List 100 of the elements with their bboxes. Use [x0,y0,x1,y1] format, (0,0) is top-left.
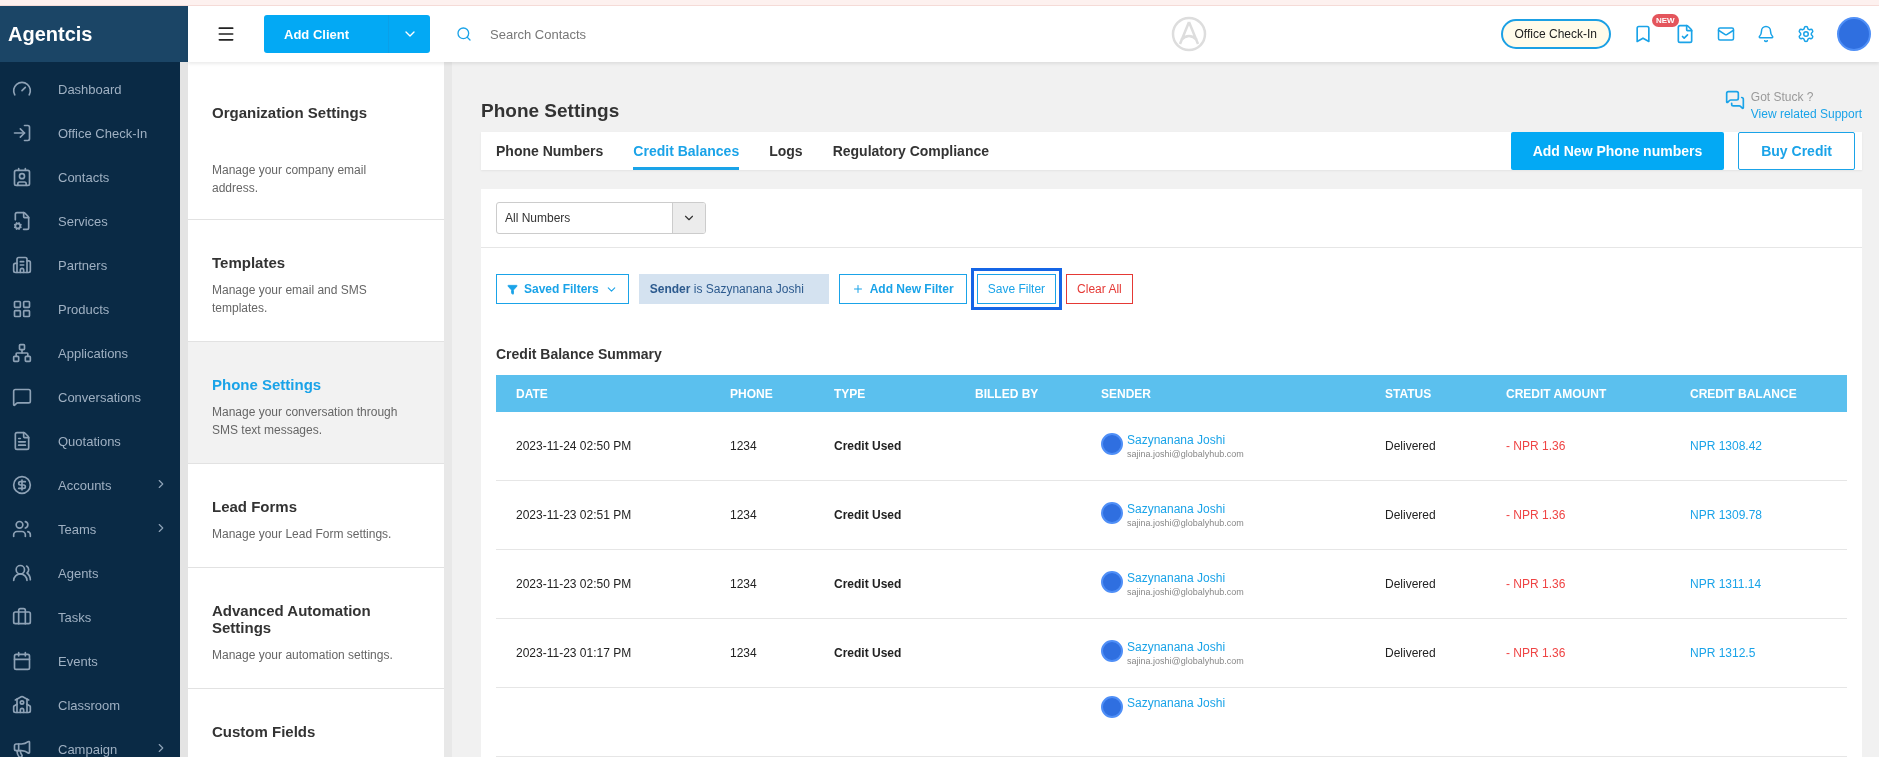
settings-title: Custom Fields [212,723,317,740]
status-cell: Delivered [1385,646,1436,660]
settings-description: Manage your Lead Form settings. [212,526,393,543]
phone-cell: 1234 [730,646,757,660]
nav-icon [12,739,32,757]
type-cell: Credit Used [834,577,902,591]
settings-title: Advanced Automation Settings [212,602,372,636]
tab[interactable]: Logs [769,132,803,170]
sender-email: sajina.joshi@globalyhub.com [1127,656,1244,666]
column-header: CREDIT BALANCE [1689,386,1798,401]
status-cell: Delivered [1385,508,1436,522]
office-check-in-button[interactable]: Office Check-In [1500,19,1611,49]
nav-item[interactable]: Tasks [0,595,180,639]
clear-all-button[interactable]: Clear All [1066,274,1133,304]
nav-item[interactable]: Products [0,287,180,331]
credit-amount: - NPR 1.36 [1506,508,1566,522]
column-header: BILLED BY [974,386,1040,401]
credit-balance: NPR 1308.42 [1690,439,1763,453]
nav-item[interactable]: Office Check-In [0,111,180,155]
nav-item[interactable]: Dashboard [0,67,180,111]
add-client-dropdown-button[interactable] [388,15,430,53]
nav-icon [12,519,32,539]
nav-icon [12,695,32,715]
credit-balance: NPR 1309.78 [1690,508,1763,522]
credit-amount: - NPR 1.36 [1506,577,1566,591]
nav-icon [12,563,32,583]
menu-icon[interactable] [216,24,236,44]
nav-icon [12,255,32,275]
type-cell: Credit Used [834,508,902,522]
nav-item[interactable]: Campaign [0,727,180,757]
table-title: Credit Balance Summary [495,345,663,364]
column-header: CREDIT AMOUNT [1505,386,1608,401]
nav-icon [12,475,32,495]
status-cell: Delivered [1385,439,1436,453]
credit-balance: NPR 1311.14 [1690,577,1762,591]
logo-icon [1171,16,1207,52]
nav-item[interactable]: Applications [0,331,180,375]
phone-cell: 1234 [730,439,757,453]
sender-avatar [1101,640,1123,662]
page-title: Phone Settings [481,100,620,122]
nav-item[interactable]: Agents [0,551,180,595]
date-cell: 2023-11-23 01:17 PM [516,646,632,660]
bookmark-icon[interactable] [1633,24,1653,44]
nav-item[interactable]: Contacts [0,155,180,199]
new-badge: NEW [1652,14,1679,27]
nav-icon [12,431,32,451]
settings-description: Manage your company email address. [212,162,368,197]
tab[interactable]: Regulatory Compliance [832,132,989,170]
settings-title: Templates [212,254,287,271]
settings-icon[interactable] [1797,25,1815,43]
nav-item[interactable]: Accounts [0,463,180,507]
sender-avatar [1101,502,1123,524]
sender-email: sajina.joshi@globalyhub.com [1127,587,1244,597]
credit-amount: - NPR 1.36 [1506,646,1566,660]
settings-item[interactable]: Phone Settings Manage your conversation through SMS text messages. [188,342,444,464]
nav-icon [12,299,32,319]
bell-icon[interactable] [1757,25,1775,43]
help-question: Got Stuck ? [1750,90,1815,104]
nav-icon [12,387,32,407]
column-header: TYPE [833,386,867,401]
plus-icon [851,283,864,295]
document-check-icon[interactable] [1675,24,1695,44]
nav-icon [12,123,32,143]
type-cell: Credit Used [834,646,902,660]
sender-email: sajina.joshi@globalyhub.com [1127,449,1244,459]
sender-avatar [1101,571,1123,593]
nav-item[interactable]: Events [0,639,180,683]
settings-description: Manage your automation settings. [212,647,394,664]
column-header: DATE [515,386,549,401]
nav-item[interactable]: Services [0,199,180,243]
filter-chip: Sender is Sazynanana Joshi [638,274,829,304]
nav-icon [12,651,32,671]
sender-avatar [1101,696,1123,718]
sender-email: sajina.joshi@globalyhub.com [1127,518,1244,528]
nav-item[interactable]: Teams [0,507,180,551]
nav-item[interactable]: Partners [0,243,180,287]
number-select[interactable]: All Numbers [496,202,706,234]
brand-name: Agentcis [8,22,93,46]
tab[interactable]: Phone Numbers [496,132,604,170]
phone-cell: 1234 [730,577,757,591]
column-header: STATUS [1384,386,1433,401]
nav-icon [12,211,32,231]
date-cell: 2023-11-24 02:50 PM [516,439,632,453]
nav-item[interactable]: Conversations [0,375,180,419]
search-icon [456,26,472,42]
settings-description: Manage your email and SMS templates. [212,282,368,317]
column-header: PHONE [729,386,774,401]
date-cell: 2023-11-23 02:51 PM [516,508,632,522]
date-cell: 2023-11-23 02:50 PM [516,577,632,591]
nav-icon [12,343,32,363]
filter-icon [507,283,518,295]
help-chat-icon [1724,90,1745,110]
mail-icon[interactable] [1717,25,1735,43]
nav-icon [12,607,32,627]
nav-item[interactable]: Quotations [0,419,180,463]
credit-balance: NPR 1312.5 [1690,646,1756,660]
user-avatar[interactable] [1837,17,1871,51]
phone-cell: 1234 [730,508,757,522]
nav-item[interactable]: Classroom [0,683,180,727]
nav-icon [12,167,32,187]
